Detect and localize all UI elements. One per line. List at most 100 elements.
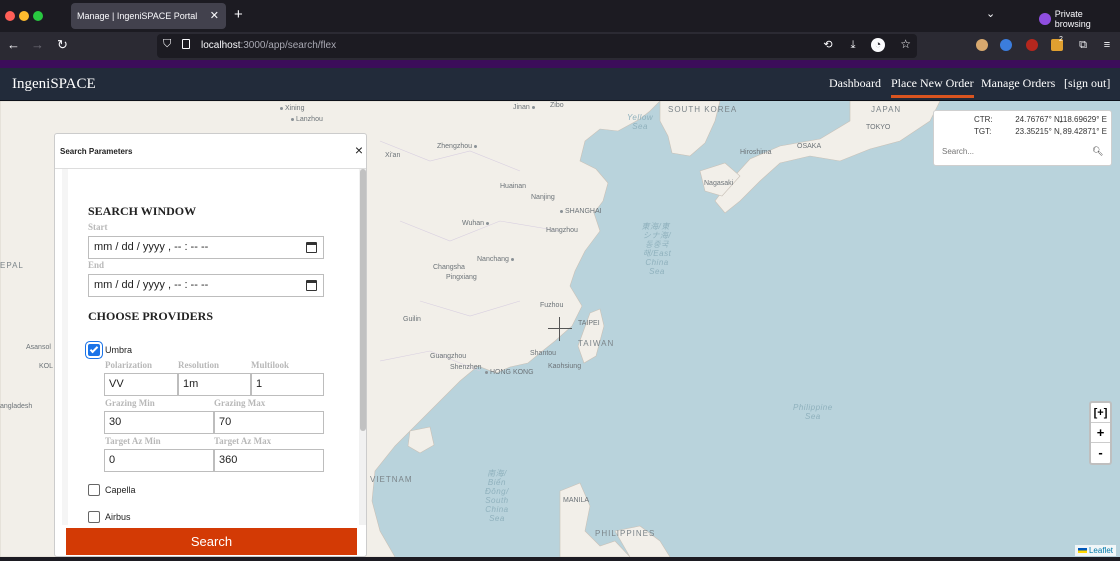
calendar-icon[interactable] bbox=[306, 242, 317, 253]
map-label-guangzhou: Guangzhou bbox=[430, 353, 466, 360]
zoom-expand-button[interactable]: [+] bbox=[1091, 403, 1110, 423]
bookmark-star-icon[interactable]: ☆ bbox=[900, 37, 911, 51]
resolution-input[interactable]: 1m bbox=[178, 373, 251, 396]
window-zoom-button[interactable] bbox=[33, 11, 43, 21]
map-label-nepal: EPAL bbox=[0, 261, 24, 270]
tgt-row: TGT: 23.35215° N, 89.42871° E bbox=[934, 127, 1113, 139]
provider-capella-checkbox[interactable] bbox=[88, 484, 100, 496]
download-icon[interactable]: ⤓ bbox=[846, 38, 860, 52]
ublock-icon[interactable] bbox=[1026, 39, 1038, 51]
grazing-min-input[interactable]: 30 bbox=[104, 411, 214, 434]
clock-icon[interactable]: ◔ bbox=[871, 38, 885, 52]
reload-icon[interactable]: ↻ bbox=[57, 37, 68, 53]
sea-label-philippine-sea: Philippine Sea bbox=[793, 403, 833, 421]
back-arrow-icon[interactable]: ← bbox=[7, 37, 20, 52]
chevron-down-icon[interactable]: ⌄ bbox=[986, 7, 995, 20]
grazing-min-label: Grazing Min bbox=[105, 398, 155, 408]
checkmark-icon bbox=[89, 344, 99, 354]
map-label-text: Pingxiang bbox=[446, 274, 477, 281]
panel-inner-gutter bbox=[62, 169, 68, 525]
map[interactable]: Xining Lanzhou Jinan Zibo Zhengzhou Xi'a… bbox=[0, 101, 1120, 557]
search-icon[interactable]: 🔍︎ bbox=[1092, 146, 1103, 157]
city-dot bbox=[474, 144, 478, 148]
map-label-text: Nagasaki bbox=[704, 180, 734, 187]
extension-icon[interactable] bbox=[1000, 39, 1012, 51]
map-label-text: Hiroshima bbox=[740, 149, 772, 156]
city-dot bbox=[280, 106, 283, 110]
nav-place-new-order[interactable]: Place New Order bbox=[891, 76, 974, 98]
attribution-link[interactable]: Leaflet bbox=[1089, 546, 1113, 555]
provider-airbus-label[interactable]: Airbus bbox=[105, 512, 131, 522]
url-path: :3000/app/search/flex bbox=[240, 40, 337, 51]
hainan-land bbox=[407, 426, 435, 454]
target-az-min-input[interactable]: 0 bbox=[104, 449, 214, 472]
map-label-text: MANILA bbox=[563, 497, 590, 504]
panel-scrollbar[interactable] bbox=[359, 169, 366, 525]
url-text[interactable]: localhost:3000/app/search/flex bbox=[201, 40, 336, 51]
map-label-south-korea: SOUTH KOREA bbox=[668, 105, 738, 114]
zoom-out-button[interactable]: - bbox=[1091, 443, 1110, 463]
tab-close-icon[interactable]: ✕ bbox=[210, 3, 219, 29]
map-label-huainan: Huainan bbox=[500, 183, 526, 190]
provider-umbra-label[interactable]: Umbra bbox=[105, 345, 132, 355]
browser-tab[interactable]: Manage | IngeniSPACE Portal ✕ bbox=[71, 3, 226, 29]
start-datetime-value: mm / dd / yyyy , -- : -- -- bbox=[94, 241, 209, 253]
multilook-input[interactable]: 1 bbox=[251, 373, 324, 396]
map-label-vietnam: VIETNAM bbox=[370, 475, 413, 484]
page-info-icon[interactable] bbox=[182, 39, 190, 49]
map-label-hiroshima: Hiroshima bbox=[740, 149, 772, 156]
new-tab-icon[interactable]: + bbox=[234, 6, 243, 23]
map-label-taiwan: TAIWAN bbox=[578, 339, 615, 348]
ctr-lon: 118.69629° E bbox=[1059, 115, 1107, 124]
menu-icon[interactable]: ≡ bbox=[1100, 38, 1114, 52]
forward-arrow-icon[interactable]: → bbox=[31, 37, 44, 52]
map-label-shantou: Shantou bbox=[530, 350, 556, 357]
map-label-text: Guilin bbox=[403, 316, 421, 323]
puzzle-icon[interactable]: ⧉ bbox=[1076, 38, 1090, 52]
provider-airbus-checkbox[interactable] bbox=[88, 511, 100, 523]
history-icon[interactable]: ⟲ bbox=[821, 38, 835, 52]
map-label-text: HONG KONG bbox=[490, 369, 534, 376]
map-label-text: KOL bbox=[39, 363, 54, 370]
tab-title: Manage | IngeniSPACE Portal bbox=[77, 11, 198, 21]
tgt-label: TGT: bbox=[974, 127, 992, 136]
map-label-pingxiang: Pingxiang bbox=[446, 274, 477, 281]
map-label-lanzhou: Lanzhou bbox=[291, 116, 323, 123]
map-label-nagasaki: Nagasaki bbox=[704, 180, 733, 187]
calendar-icon[interactable] bbox=[306, 280, 317, 291]
grazing-max-input[interactable]: 70 bbox=[214, 411, 324, 434]
map-label-guilin: Guilin bbox=[403, 316, 421, 323]
map-label-zibo: Zibo bbox=[550, 102, 564, 109]
target-az-max-input[interactable]: 360 bbox=[214, 449, 324, 472]
nav-manage-orders[interactable]: Manage Orders bbox=[981, 76, 1055, 91]
scrollbar-thumb[interactable] bbox=[360, 169, 366, 431]
polarization-input[interactable]: VV bbox=[104, 373, 178, 396]
map-label-text: Zhengzhou bbox=[437, 143, 473, 150]
address-bar[interactable]: ⛉ localhost:3000/app/search/flex ☆ bbox=[157, 34, 917, 58]
nav-sign-out[interactable]: [sign out] bbox=[1064, 76, 1110, 91]
search-window-title: SEARCH WINDOW bbox=[88, 204, 197, 218]
window-minimize-button[interactable] bbox=[19, 11, 29, 21]
close-icon[interactable]: × bbox=[355, 142, 363, 158]
map-label-text: Guangzhou bbox=[430, 353, 467, 360]
zoom-in-button[interactable]: + bbox=[1091, 423, 1110, 443]
crosshair-horizontal bbox=[548, 328, 572, 329]
provider-umbra-checkbox[interactable] bbox=[88, 344, 100, 356]
private-browsing-label: Private browsing bbox=[1054, 9, 1091, 29]
taiwan-land bbox=[577, 308, 605, 364]
search-button[interactable]: Search bbox=[66, 528, 357, 555]
provider-capella-label[interactable]: Capella bbox=[105, 485, 136, 495]
multilook-label: Multilook bbox=[251, 360, 290, 370]
map-label-text: Nanjing bbox=[531, 194, 555, 201]
brand-logo[interactable]: IngeniSPACE bbox=[12, 76, 96, 93]
location-search-input[interactable] bbox=[942, 147, 1088, 156]
grazing-max-label: Grazing Max bbox=[214, 398, 266, 408]
panel-header: Search Parameters × bbox=[55, 134, 366, 169]
shield-icon[interactable]: ⛉ bbox=[163, 38, 171, 51]
nav-dashboard[interactable]: Dashboard bbox=[829, 76, 881, 91]
window-close-button[interactable] bbox=[5, 11, 15, 21]
extension-icon[interactable] bbox=[976, 39, 988, 51]
start-datetime-input[interactable]: mm / dd / yyyy , -- : -- -- bbox=[88, 236, 324, 259]
end-datetime-input[interactable]: mm / dd / yyyy , -- : -- -- bbox=[88, 274, 324, 297]
end-label: End bbox=[88, 260, 105, 270]
